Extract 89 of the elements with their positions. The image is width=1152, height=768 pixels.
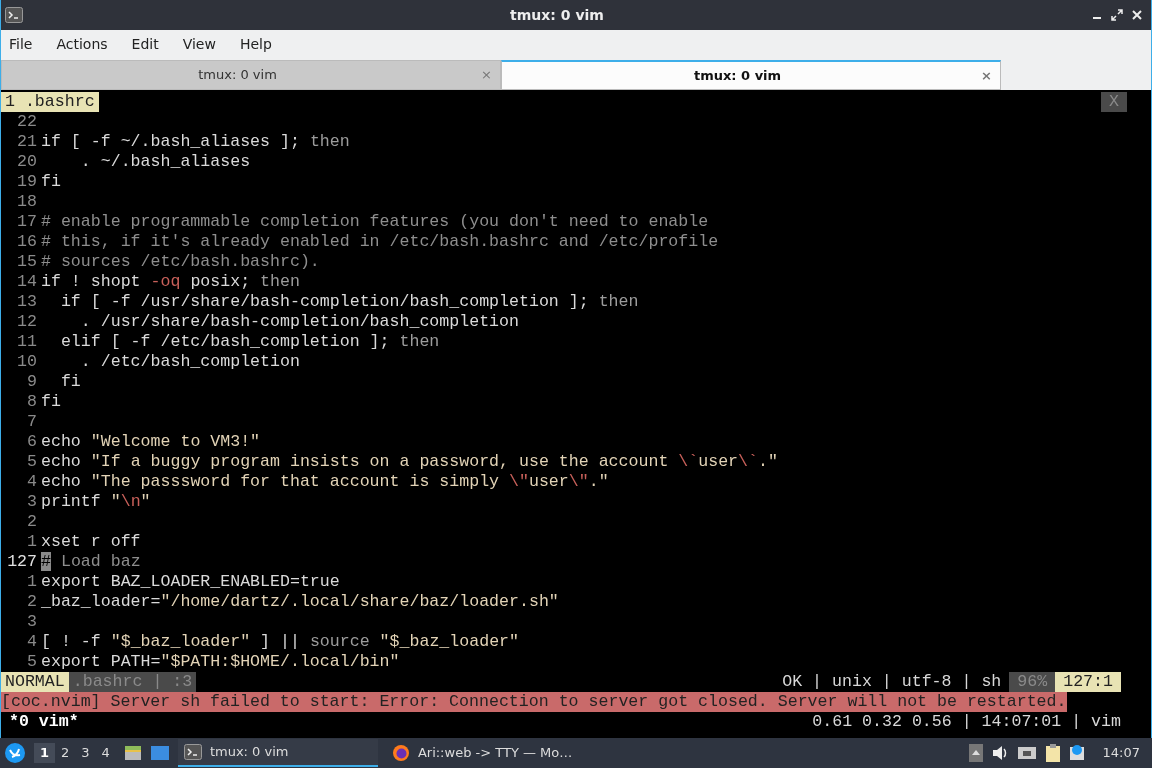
code-line: xset r off (41, 532, 141, 552)
taskbar-task[interactable]: Ari::web -> TTY — Mo… (385, 739, 586, 767)
code-line: # Load baz (41, 552, 141, 572)
line-number: 1 (26, 532, 38, 552)
line-number: 13 (16, 292, 38, 312)
line-number: 2 (26, 592, 38, 612)
file-info: OK | unix | utf-8 | sh (781, 672, 1003, 692)
scroll-percent: 96% (1009, 672, 1056, 692)
tray-expand-icon[interactable] (968, 744, 983, 762)
line-number: 1 (26, 572, 38, 592)
code-line: _baz_loader="/home/dartz/.local/share/baz/loader.sh" (41, 592, 559, 612)
code-line: echo "Welcome to VM3!" (41, 432, 261, 452)
terminal-tab[interactable]: tmux: 0 vim × (1, 60, 501, 90)
code-line: if [ -f /usr/share/bash-completion/bash_completion ]; then (59, 292, 639, 312)
code-line: export BAZ_LOADER_ENABLED=true (41, 572, 340, 592)
line-number: 127 (6, 552, 38, 572)
code-line: # this, if it's already enabled in /etc/bash.bashrc and /etc/profile (41, 232, 719, 252)
line-number: 22 (16, 112, 38, 132)
line-number: 21 (16, 132, 38, 152)
clock: 14:07 (1101, 744, 1141, 763)
close-tab-icon[interactable]: × (973, 65, 1000, 86)
code-line: echo "The passsword for that account is simply \"user\"." (41, 472, 609, 492)
menu-item[interactable]: Edit (131, 33, 159, 55)
workspace-button[interactable]: 1 (34, 743, 56, 763)
desktop-icon[interactable] (149, 744, 170, 762)
file-manager-icon[interactable] (123, 744, 142, 762)
line-number: 20 (16, 152, 38, 172)
taskbar-task[interactable]: tmux: 0 vim (177, 739, 378, 767)
code-line: # sources /etc/bash.bashrc). (41, 252, 320, 272)
file-status: .bashrc | :3 (68, 672, 197, 692)
workspace-button[interactable]: 2 (55, 743, 76, 763)
line-number: 18 (16, 192, 38, 212)
terminal-icon (5, 7, 23, 23)
maximize-icon[interactable] (1111, 9, 1123, 21)
line-number: 14 (16, 272, 38, 292)
terminal-icon (183, 744, 202, 760)
terminal-tab[interactable]: tmux: 0 vim × (501, 60, 1001, 90)
line-number: 9 (26, 372, 38, 392)
code-line: echo "If a buggy program insists on a password, use the account \`user\`." (41, 452, 778, 472)
line-number: 6 (26, 432, 38, 452)
code-line: fi (41, 392, 61, 412)
code-line: printf "\n" (41, 492, 151, 512)
cursor-position: 127:1 (1055, 672, 1121, 692)
code-line: export PATH="$PATH:$HOME/.local/bin" (41, 652, 400, 672)
close-icon[interactable] (1131, 9, 1143, 21)
mode-indicator: NORMAL (1, 672, 69, 692)
line-number: 5 (26, 652, 38, 672)
line-number: 5 (26, 452, 38, 472)
workspace-button[interactable]: 3 (75, 743, 96, 763)
code-line: fi (41, 172, 61, 192)
clipboard-icon[interactable] (1044, 743, 1061, 763)
line-number: 19 (16, 172, 38, 192)
notification-icon[interactable] (1068, 744, 1087, 762)
code-line: fi (59, 372, 81, 392)
line-number: 11 (16, 332, 38, 352)
code-line: elif [ -f /etc/bash_completion ]; then (59, 332, 440, 352)
window-title: tmux: 0 vim (509, 5, 605, 25)
line-number: 17 (16, 212, 38, 232)
line-number: 4 (26, 472, 38, 492)
code-line: # enable programmable completion features (you don't need to enable (41, 212, 709, 232)
tmux-status: 0.61 0.32 0.56 | 14:07:01 | vim (812, 712, 1121, 732)
menu-item[interactable]: View (182, 33, 216, 55)
code-line: if [ -f ~/.bash_aliases ]; then (41, 132, 350, 152)
code-line: . /usr/share/bash-completion/bash_completion (79, 312, 519, 332)
line-number: 7 (26, 412, 38, 432)
line-number: 8 (26, 392, 38, 412)
line-number: 4 (26, 632, 38, 652)
code-line: . /etc/bash_completion (79, 352, 300, 372)
line-number: 15 (16, 252, 38, 272)
menu-item[interactable]: Actions (56, 33, 108, 55)
error-message: [coc.nvim] Server sh failed to start: Error: Connection to server got closed. Server will not be restarted. (1, 692, 1067, 712)
code-line: . ~/.bash_aliases (79, 152, 251, 172)
network-icon[interactable] (1016, 744, 1037, 762)
line-number: 16 (16, 232, 38, 252)
buffer-tab[interactable]: 1 .bashrc (1, 92, 99, 112)
start-menu-icon[interactable] (4, 742, 26, 764)
line-number: 2 (26, 512, 38, 532)
menu-item[interactable]: Help (239, 33, 272, 55)
line-number: 10 (16, 352, 38, 372)
line-number: 3 (26, 612, 38, 632)
tmux-window[interactable]: *0 vim* (1, 712, 79, 732)
workspace-button[interactable]: 4 (95, 743, 116, 763)
menu-item[interactable]: File (9, 33, 33, 55)
line-number: 3 (26, 492, 38, 512)
code-line: if ! shopt -oq posix; then (41, 272, 300, 292)
volume-icon[interactable] (990, 744, 1009, 762)
code-line: [ ! -f "$_baz_loader" ] || source "$_baz_loader" (41, 632, 519, 652)
line-number: 12 (16, 312, 38, 332)
globe-icon (391, 744, 410, 762)
